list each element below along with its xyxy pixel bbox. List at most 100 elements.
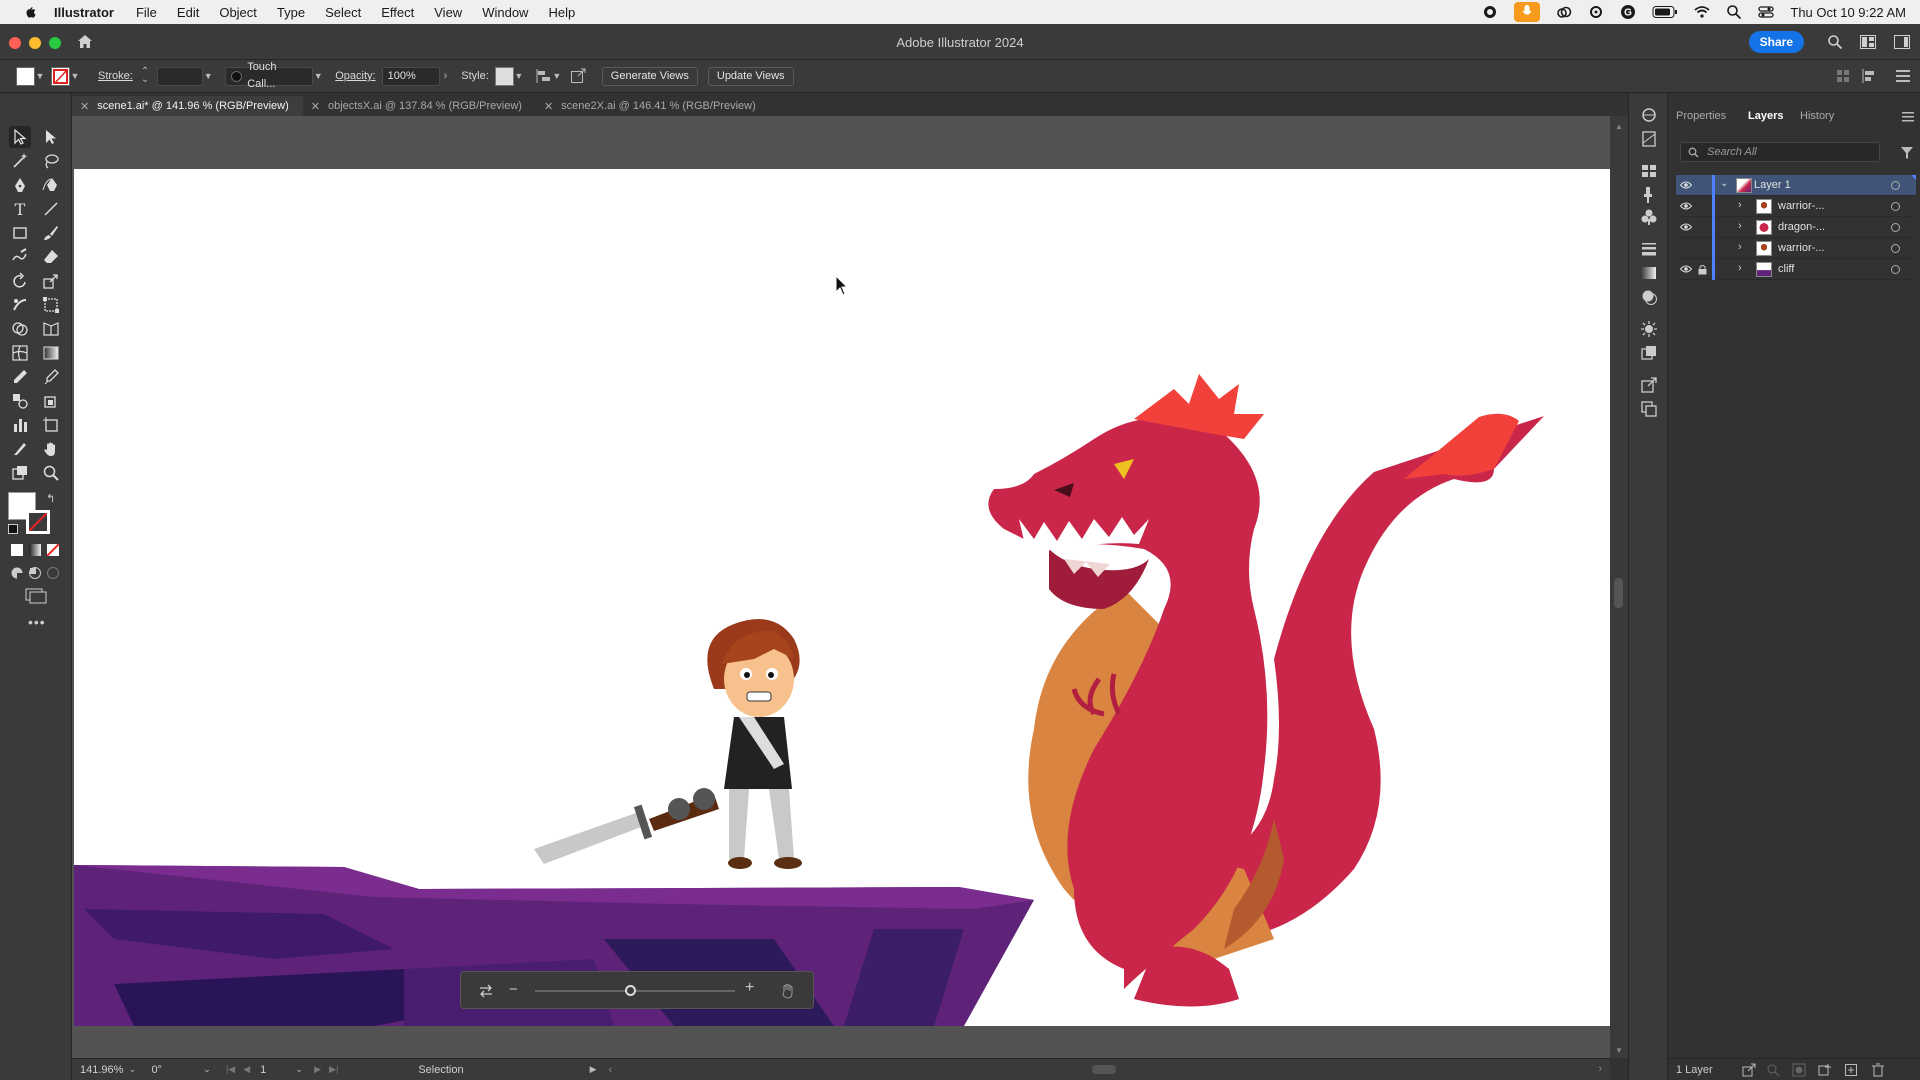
rotation-value[interactable]: 0° — [151, 1064, 162, 1076]
creative-cloud-icon[interactable] — [1556, 4, 1572, 20]
rotation-dropdown-chevron-icon[interactable]: ⌄ — [202, 1064, 212, 1075]
lock-icon[interactable] — [1698, 264, 1707, 275]
stroke-panel-icon[interactable] — [1640, 240, 1658, 258]
zoom-options-icon[interactable] — [479, 984, 493, 998]
create-new-layer-icon[interactable] — [1844, 1063, 1858, 1077]
free-transform-tool[interactable] — [40, 294, 62, 316]
menu-view[interactable]: View — [434, 5, 462, 20]
apple-icon[interactable] — [20, 5, 40, 19]
make-clipping-mask-icon[interactable] — [1792, 1063, 1806, 1077]
scrollbar-thumb[interactable] — [1614, 578, 1623, 608]
tab-history[interactable]: History — [1800, 110, 1834, 122]
collect-for-export-icon[interactable] — [1742, 1063, 1756, 1077]
horizontal-scrollbar-thumb[interactable] — [1092, 1065, 1117, 1074]
vertical-scrollbar[interactable]: ▲ ▼ — [1610, 116, 1628, 1058]
layer-row-cliff[interactable]: › cliff — [1676, 259, 1916, 280]
artboards-panel-icon[interactable] — [1640, 400, 1658, 418]
tab-layers[interactable]: Layers — [1748, 110, 1783, 122]
appearance-icon[interactable] — [1640, 320, 1658, 338]
next-artboard-icon[interactable]: ▶ — [314, 1064, 321, 1075]
layer-name[interactable]: warrior-... — [1778, 242, 1824, 254]
fill-swatch[interactable] — [16, 66, 35, 86]
dragon-artwork[interactable] — [988, 374, 1544, 1007]
export-icon[interactable] — [1640, 376, 1658, 394]
opacity-field[interactable]: 100% — [381, 66, 440, 86]
stroke-weight-field[interactable] — [157, 66, 204, 86]
expand-chevron-down-icon[interactable]: ⌄ — [1720, 178, 1728, 189]
draw-inside-icon[interactable] — [46, 566, 60, 580]
opacity-expand-chevron-icon[interactable]: › — [444, 70, 448, 82]
zoom-level[interactable]: 141.96% — [80, 1064, 123, 1076]
fill-dropdown-chevron-icon[interactable]: ▼ — [35, 71, 45, 81]
scroll-up-icon[interactable]: ▲ — [1615, 122, 1623, 131]
create-sublayer-icon[interactable] — [1818, 1063, 1832, 1077]
measure-tool[interactable] — [40, 366, 62, 388]
draw-normal-icon[interactable] — [10, 566, 24, 580]
color-mode-icon[interactable] — [11, 544, 23, 556]
selection-tool[interactable] — [9, 126, 31, 148]
graphic-styles-icon[interactable] — [1640, 344, 1658, 362]
zoom-tool[interactable] — [40, 462, 62, 484]
hand-pan-icon[interactable] — [781, 983, 795, 999]
warp-tool[interactable] — [9, 294, 31, 316]
eyedropper-tool[interactable] — [9, 366, 31, 388]
eraser-tool[interactable] — [40, 246, 62, 268]
stroke-dropdown-chevron-icon[interactable]: ▼ — [70, 71, 80, 81]
previous-artboard-icon[interactable]: ◀ — [243, 1064, 250, 1075]
transform-each-icon[interactable] — [1836, 69, 1850, 83]
rotate-tool[interactable] — [9, 270, 31, 292]
search-icon[interactable] — [1827, 34, 1843, 50]
expand-chevron-right-icon[interactable]: › — [1738, 241, 1742, 253]
spotlight-search-icon[interactable] — [1726, 4, 1742, 20]
menu-object[interactable]: Object — [219, 5, 257, 20]
warrior-artwork[interactable] — [534, 619, 802, 869]
style-dropdown-chevron-icon[interactable]: ▼ — [514, 71, 524, 81]
visibility-eye-icon[interactable] — [1680, 223, 1692, 231]
opacity-label[interactable]: Opacity: — [335, 70, 375, 82]
target-circle-icon[interactable] — [1891, 223, 1900, 232]
screen-mode-icon[interactable] — [25, 588, 47, 604]
close-tab-icon[interactable]: ✕ — [544, 100, 553, 113]
visibility-eye-icon[interactable] — [1680, 202, 1692, 210]
delete-layer-icon[interactable] — [1872, 1063, 1884, 1077]
line-segment-tool[interactable] — [40, 198, 62, 220]
column-graph-tool[interactable] — [9, 414, 31, 436]
layer-row-dragon[interactable]: › dragon-... — [1676, 217, 1916, 238]
direct-selection-tool[interactable] — [40, 126, 62, 148]
app-menu-illustrator[interactable]: Illustrator — [54, 5, 114, 20]
menu-window[interactable]: Window — [482, 5, 528, 20]
libraries-icon[interactable] — [1640, 106, 1658, 124]
layer-name[interactable]: cliff — [1778, 263, 1794, 275]
artboard-number-field[interactable]: 1 — [260, 1064, 294, 1076]
status-menu-chevron-icon[interactable]: ▶ — [590, 1064, 597, 1075]
graphic-style-swatch[interactable] — [494, 66, 514, 86]
close-tab-icon[interactable]: ✕ — [311, 100, 320, 113]
zoom-in-icon[interactable]: + — [745, 979, 754, 997]
stroke-color-box[interactable] — [26, 510, 50, 534]
menubar-clock[interactable]: Thu Oct 10 9:22 AM — [1790, 5, 1906, 20]
paintbrush-tool[interactable] — [40, 222, 62, 244]
stroke-weight-stepper[interactable]: ⌃ ⌄ — [141, 67, 149, 85]
target-circle-icon[interactable] — [1891, 181, 1900, 190]
expand-chevron-right-icon[interactable]: › — [1738, 199, 1742, 211]
doc-tab-objectsx[interactable]: ✕ objectsX.ai @ 137.84 % (RGB/Preview) — [303, 96, 536, 116]
grammarly-icon[interactable]: G — [1620, 4, 1636, 20]
close-tab-icon[interactable]: ✕ — [80, 100, 89, 113]
menu-help[interactable]: Help — [548, 5, 575, 20]
hand-tool[interactable] — [40, 438, 62, 460]
locate-object-icon[interactable] — [1766, 1063, 1780, 1077]
brush-dropdown-chevron-icon[interactable]: ▼ — [313, 71, 323, 81]
gradient-panel-icon[interactable] — [1640, 264, 1658, 282]
artboard-tool[interactable] — [40, 414, 62, 436]
layer-name[interactable]: warrior-... — [1778, 200, 1824, 212]
target-circle-icon[interactable] — [1891, 244, 1900, 253]
menu-effect[interactable]: Effect — [381, 5, 414, 20]
layer-row-layer-1[interactable]: ⌄ Layer 1 — [1676, 175, 1916, 196]
gradient-mode-icon[interactable] — [29, 544, 41, 556]
visibility-eye-icon[interactable] — [1680, 265, 1692, 273]
properties-panel-icon[interactable] — [1640, 130, 1658, 148]
share-button[interactable]: Share — [1748, 31, 1804, 53]
none-mode-icon[interactable] — [47, 544, 59, 556]
align-to-icon[interactable] — [1862, 69, 1878, 83]
tab-properties[interactable]: Properties — [1676, 110, 1726, 122]
